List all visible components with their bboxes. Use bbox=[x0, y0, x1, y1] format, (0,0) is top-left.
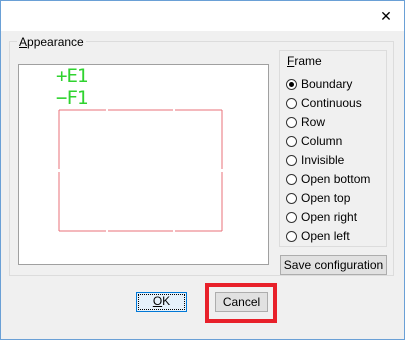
radio-button-icon[interactable] bbox=[286, 211, 297, 223]
radio-open-right[interactable]: Open right bbox=[286, 209, 357, 225]
radio-label: Continuous bbox=[301, 96, 362, 110]
radio-label: Boundary bbox=[301, 77, 353, 91]
radio-button-icon[interactable] bbox=[286, 116, 297, 128]
radio-label: Column bbox=[301, 134, 343, 148]
radio-label: Open left bbox=[301, 229, 350, 243]
radio-label: Row bbox=[301, 115, 326, 129]
radio-button-icon[interactable] bbox=[286, 230, 297, 242]
radio-button-icon[interactable] bbox=[286, 154, 297, 166]
radio-row[interactable]: Row bbox=[286, 114, 325, 130]
radio-open-top[interactable]: Open top bbox=[286, 190, 350, 206]
ok-button[interactable]: OK bbox=[136, 292, 187, 312]
radio-label: Open right bbox=[301, 210, 358, 224]
radio-label: Open top bbox=[301, 191, 351, 205]
preview-frame bbox=[58, 109, 223, 232]
radio-open-bottom[interactable]: Open bottom bbox=[286, 171, 370, 187]
close-icon[interactable]: ✕ bbox=[376, 7, 396, 25]
appearance-label: Appearance bbox=[17, 35, 86, 49]
title-bar: ✕ bbox=[1, 1, 404, 31]
preview-canvas: +E1 −F1 bbox=[18, 64, 269, 265]
radio-boundary[interactable]: Boundary bbox=[286, 76, 352, 92]
radio-button-icon[interactable] bbox=[286, 97, 297, 109]
frame-label: Frame bbox=[285, 54, 324, 68]
radio-invisible[interactable]: Invisible bbox=[286, 152, 344, 168]
radio-button-icon[interactable] bbox=[286, 78, 297, 90]
radio-label: Invisible bbox=[301, 153, 345, 167]
radio-button-icon[interactable] bbox=[286, 173, 297, 185]
save-configuration-button[interactable]: Save configuration bbox=[280, 255, 387, 275]
radio-open-left[interactable]: Open left bbox=[286, 228, 350, 244]
cancel-button[interactable]: Cancel bbox=[215, 292, 268, 312]
radio-label: Open bottom bbox=[301, 172, 371, 186]
radio-button-icon[interactable] bbox=[286, 192, 297, 204]
radio-column[interactable]: Column bbox=[286, 133, 342, 149]
radio-continuous[interactable]: Continuous bbox=[286, 95, 362, 111]
radio-button-icon[interactable] bbox=[286, 135, 297, 147]
